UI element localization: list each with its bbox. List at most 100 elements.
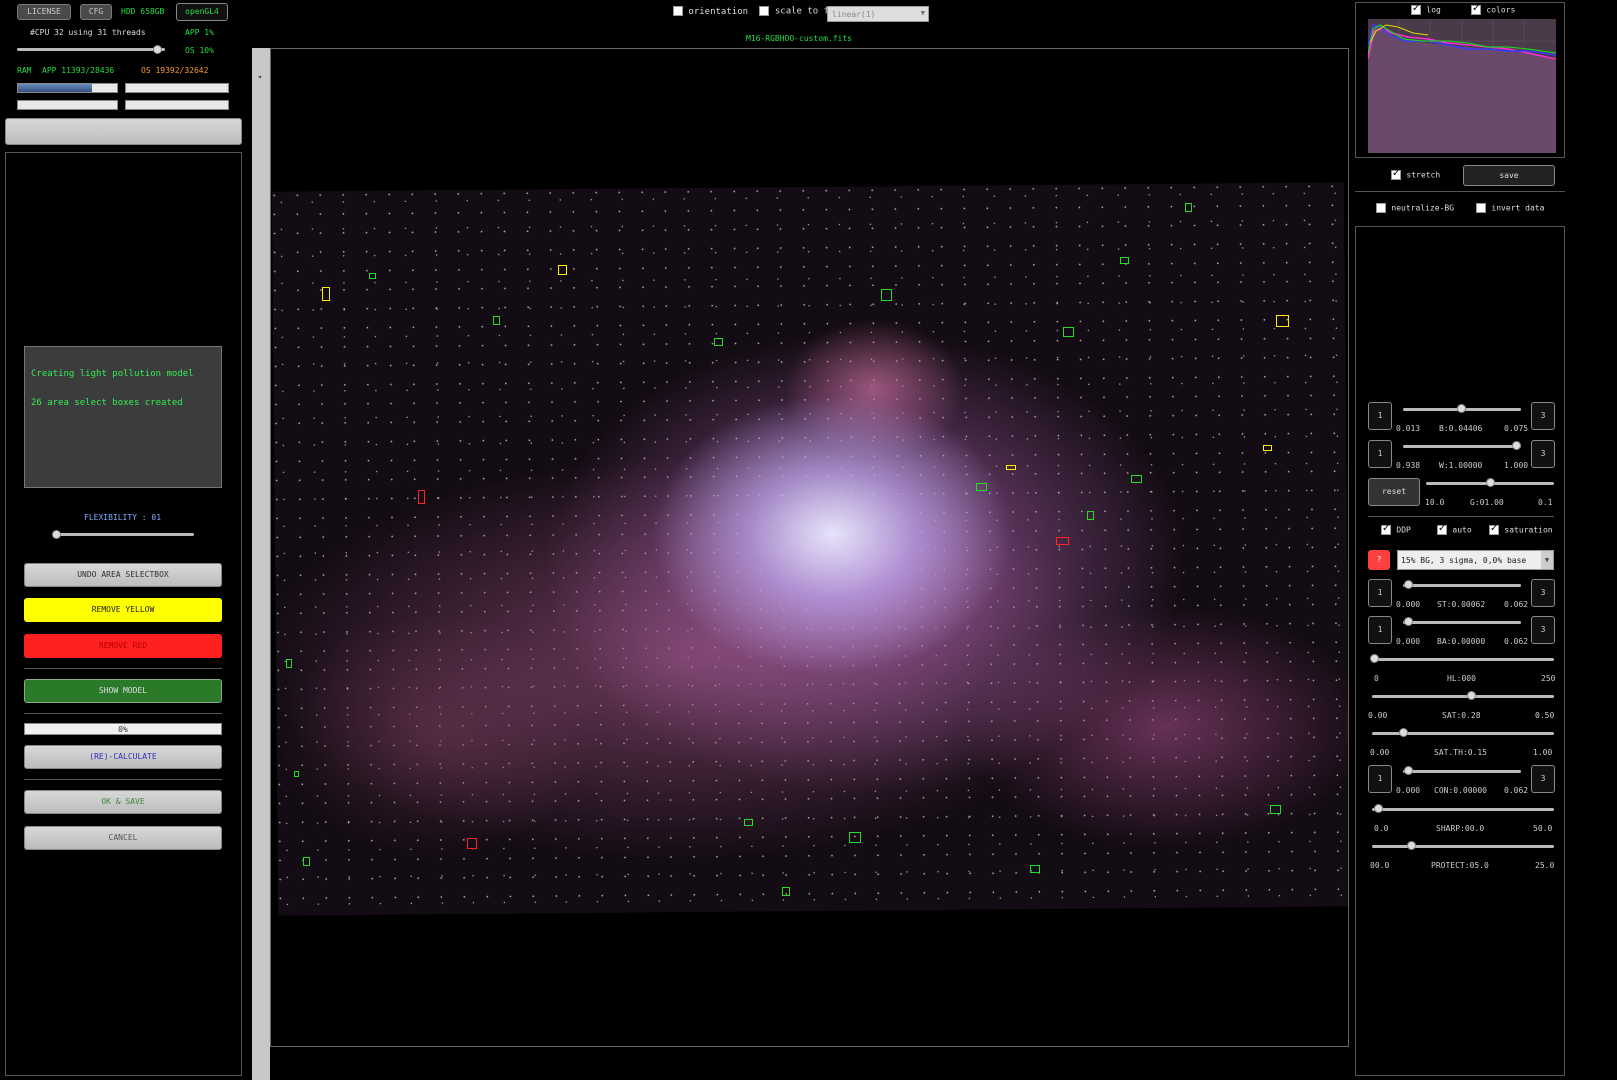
ddp-checkbox[interactable] [1381, 523, 1391, 535]
b-increase-button[interactable]: 3 [1531, 402, 1555, 430]
area-select-box[interactable] [322, 287, 330, 301]
w-slider[interactable] [1403, 445, 1521, 448]
hl-slider-knob[interactable] [1370, 654, 1379, 663]
area-select-box[interactable] [294, 771, 299, 777]
area-select-box[interactable] [714, 338, 723, 346]
saturation-checkbox[interactable] [1489, 523, 1499, 535]
preset-select[interactable]: 15% BG, 3 sigma, 0,0% base ▼ [1397, 550, 1554, 570]
sat-threshold-slider-knob[interactable] [1399, 728, 1408, 737]
stretch-label: stretch [1406, 170, 1441, 180]
ram-app-bar [17, 83, 118, 93]
sharp-slider-knob[interactable] [1374, 804, 1383, 813]
colors-checkbox[interactable] [1471, 3, 1481, 15]
con-increase-button[interactable]: 3 [1531, 765, 1555, 793]
area-select-box[interactable] [369, 273, 376, 279]
b-slider-knob[interactable] [1457, 404, 1466, 413]
b-decrease-button[interactable]: 1 [1368, 402, 1392, 430]
area-select-box[interactable] [881, 289, 892, 301]
area-select-box[interactable] [1120, 257, 1129, 264]
path-button[interactable]: ...\Pergenn-RGB-Pantur [5, 118, 242, 145]
log-checkbox[interactable] [1411, 3, 1421, 15]
hl-label: HL:000 [1447, 674, 1476, 683]
w-increase-button[interactable]: 3 [1531, 440, 1555, 468]
stretch-checkbox[interactable] [1391, 168, 1401, 180]
scale-to-fit-checkbox[interactable] [759, 6, 770, 16]
protect-slider[interactable] [1372, 845, 1554, 848]
cancel-button[interactable]: CANCEL [24, 826, 222, 850]
area-select-box[interactable] [1131, 475, 1142, 483]
flexibility-slider-knob[interactable] [52, 530, 61, 539]
neutralize-bg-checkbox[interactable] [1376, 203, 1386, 213]
sat-slider-knob[interactable] [1467, 691, 1476, 700]
ba-increase-button[interactable]: 3 [1531, 616, 1555, 644]
license-button[interactable]: LICENSE [17, 4, 71, 20]
help-button[interactable]: ? [1368, 550, 1390, 570]
con-slider-knob[interactable] [1404, 766, 1413, 775]
save-button[interactable]: save [1463, 165, 1555, 186]
progress-bar: 0% [24, 723, 222, 735]
area-select-box[interactable] [1263, 445, 1272, 451]
opengl-button[interactable]: openGL4 [176, 3, 228, 21]
undo-area-selectbox-button[interactable]: UNDO AREA SELECTBOX [24, 563, 222, 587]
hl-slider[interactable] [1372, 658, 1554, 661]
w-slider-knob[interactable] [1512, 441, 1521, 450]
stretch-select[interactable]: linear(1) ▼ [827, 6, 929, 22]
g-slider-knob[interactable] [1486, 478, 1495, 487]
stretch-select-value: linear(1) [832, 10, 876, 19]
area-select-box[interactable] [1087, 511, 1094, 520]
con-decrease-button[interactable]: 1 [1368, 765, 1392, 793]
area-select-box[interactable] [1006, 465, 1016, 470]
image-viewport[interactable] [270, 48, 1349, 1047]
recalculate-button[interactable]: (RE)-CALCULATE [24, 745, 222, 769]
ba-slider[interactable] [1403, 621, 1521, 624]
area-select-box[interactable] [744, 819, 753, 826]
show-model-button[interactable]: SHOW MODEL [24, 679, 222, 703]
invert-data-checkbox[interactable] [1476, 203, 1486, 213]
area-select-box[interactable] [558, 265, 567, 275]
area-select-box[interactable] [493, 316, 500, 325]
auto-checkbox[interactable] [1437, 523, 1447, 535]
area-select-box[interactable] [1056, 537, 1069, 545]
histogram-chart[interactable] [1368, 19, 1556, 153]
remove-red-button[interactable]: REMOVE RED [24, 634, 222, 658]
collapse-arrow-icon[interactable]: ◂ [257, 72, 262, 81]
w-decrease-button[interactable]: 1 [1368, 440, 1392, 468]
reset-button[interactable]: reset [1368, 478, 1420, 506]
con-slider[interactable] [1403, 770, 1521, 773]
area-select-box[interactable] [782, 887, 790, 896]
area-select-box[interactable] [1030, 865, 1040, 873]
area-select-box[interactable] [418, 490, 425, 504]
log-panel: Creating light pollution model 26 area s… [24, 346, 222, 488]
ba-slider-knob[interactable] [1404, 617, 1413, 626]
sat-slider[interactable] [1372, 695, 1554, 698]
protect-slider-knob[interactable] [1407, 841, 1416, 850]
sharp-slider[interactable] [1372, 808, 1554, 811]
thread-slider-knob[interactable] [153, 45, 162, 54]
area-select-box[interactable] [1063, 327, 1074, 337]
area-select-box[interactable] [303, 857, 310, 866]
area-select-box[interactable] [1270, 805, 1281, 814]
st-slider-knob[interactable] [1404, 580, 1413, 589]
area-select-box[interactable] [1185, 203, 1192, 212]
w-min-value: 0.938 [1396, 461, 1421, 470]
orientation-checkbox[interactable] [673, 6, 683, 16]
flexibility-slider[interactable] [54, 533, 194, 536]
ok-save-button[interactable]: OK & SAVE [24, 790, 222, 814]
st-increase-button[interactable]: 3 [1531, 579, 1555, 607]
ba-decrease-button[interactable]: 1 [1368, 616, 1392, 644]
con-label: CON:0.00000 [1434, 786, 1487, 795]
sharp-label: SHARP:00.0 [1436, 824, 1485, 833]
area-select-box[interactable] [1276, 315, 1289, 327]
remove-yellow-button[interactable]: REMOVE YELLOW [24, 598, 222, 622]
ddp-label: DDP [1396, 525, 1411, 535]
thread-slider[interactable] [17, 48, 165, 51]
area-select-box[interactable] [467, 838, 477, 849]
area-select-box[interactable] [286, 659, 292, 668]
panel-splitter[interactable]: ◂ [252, 48, 270, 1080]
st-decrease-button[interactable]: 1 [1368, 579, 1392, 607]
con-max-value: 0.062 [1504, 786, 1529, 795]
st-slider[interactable] [1403, 584, 1521, 587]
cfg-button[interactable]: CFG [80, 4, 112, 20]
area-select-box[interactable] [849, 832, 861, 843]
area-select-box[interactable] [976, 483, 987, 491]
